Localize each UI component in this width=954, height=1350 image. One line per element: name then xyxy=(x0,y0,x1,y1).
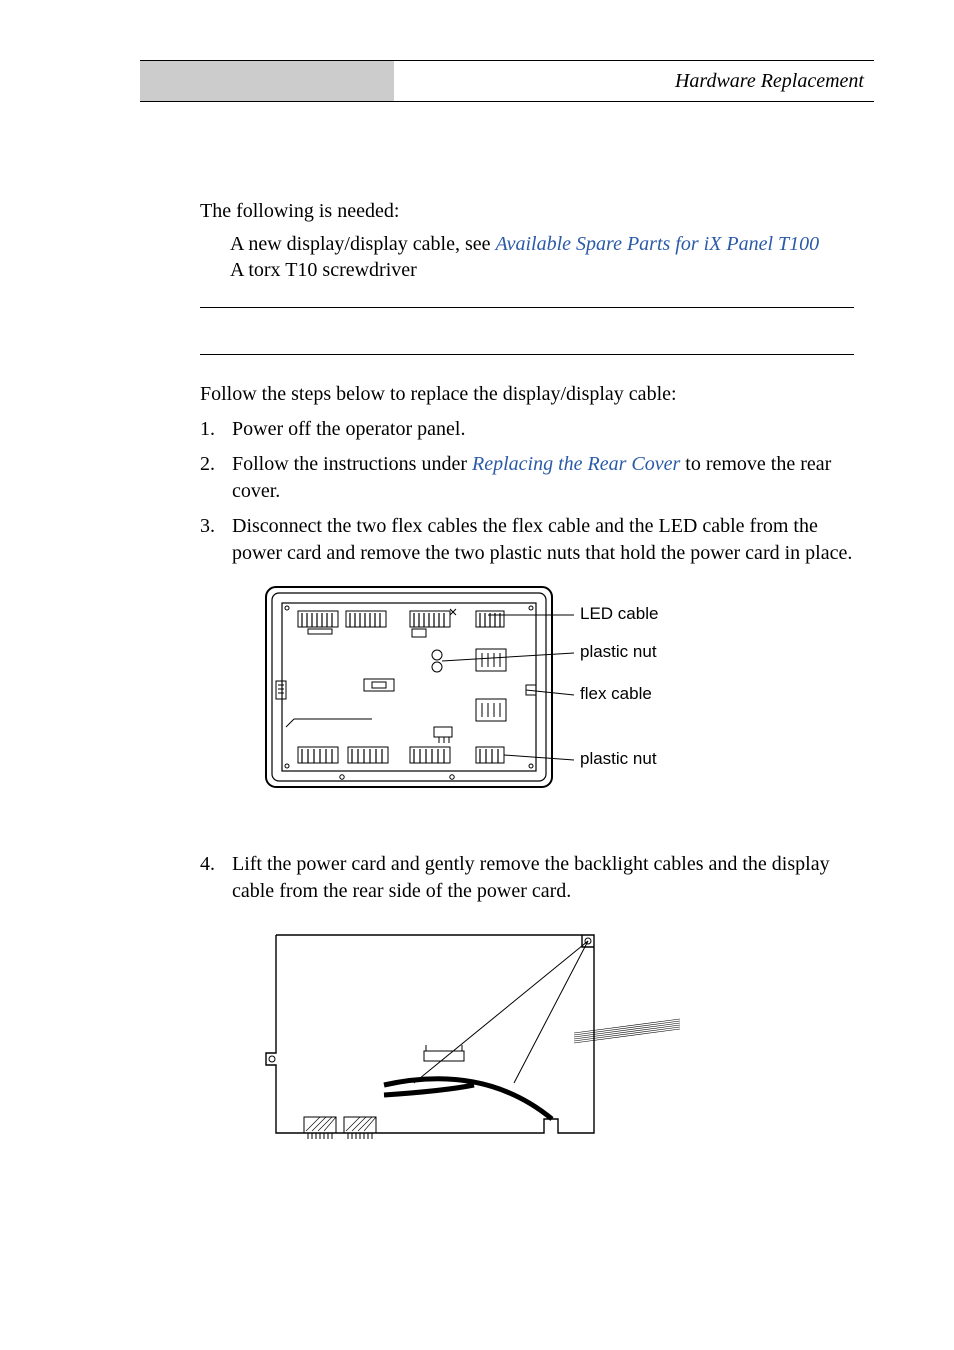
step-4: 4. Lift the power card and gently remove… xyxy=(200,851,854,1171)
fig1-label-pn1: plastic nut xyxy=(580,642,657,661)
page-body: The following is needed: A new display/d… xyxy=(200,200,854,1179)
step-1-num: 1. xyxy=(200,416,215,443)
step-4-text: Lift the power card and gently remove th… xyxy=(232,853,830,902)
hr-bottom xyxy=(200,354,854,355)
step-2-num: 2. xyxy=(200,451,215,478)
needed-item-2: A torx T10 screwdriver xyxy=(230,257,854,283)
step-3-text: Disconnect the two flex cables the flex … xyxy=(232,515,852,564)
hr-top xyxy=(200,307,854,308)
power-card-rear-diagram xyxy=(264,923,694,1163)
needed-list: A new display/display cable, see Availab… xyxy=(230,231,854,283)
steps-list: 1. Power off the operator panel. 2. Foll… xyxy=(200,416,854,1171)
step-4-num: 4. xyxy=(200,851,215,878)
step-3-num: 3. xyxy=(200,513,215,540)
step-1-text: Power off the operator panel. xyxy=(232,418,465,440)
intro-text: The following is needed: xyxy=(200,200,854,223)
rear-cover-link[interactable]: Replacing the Rear Cover xyxy=(472,453,680,475)
figure-2 xyxy=(264,923,854,1171)
step-2-pre: Follow the instructions under xyxy=(232,453,472,475)
header-title: Hardware Replacement xyxy=(675,60,864,102)
step-2: 2. Follow the instructions under Replaci… xyxy=(200,451,854,505)
needed-item-1-pre: A new display/display cable, see xyxy=(230,233,496,255)
fig1-label-led: LED cable xyxy=(580,604,658,623)
step-3: 3. Disconnect the two flex cables the fl… xyxy=(200,513,854,843)
figure-1: LED cable plastic nut flex cable plastic… xyxy=(264,585,854,803)
page-header: Hardware Replacement xyxy=(140,60,874,102)
step-1: 1. Power off the operator panel. xyxy=(200,416,854,443)
fig1-label-flex: flex cable xyxy=(580,684,652,703)
steps-intro: Follow the steps below to replace the di… xyxy=(200,383,854,406)
power-card-top-diagram: LED cable plastic nut flex cable plastic… xyxy=(264,585,684,795)
needed-item-1: A new display/display cable, see Availab… xyxy=(230,231,854,257)
fig1-label-pn2: plastic nut xyxy=(580,749,657,768)
header-grey-block xyxy=(140,61,394,101)
spare-parts-link[interactable]: Available Spare Parts for iX Panel T100 xyxy=(496,233,820,255)
